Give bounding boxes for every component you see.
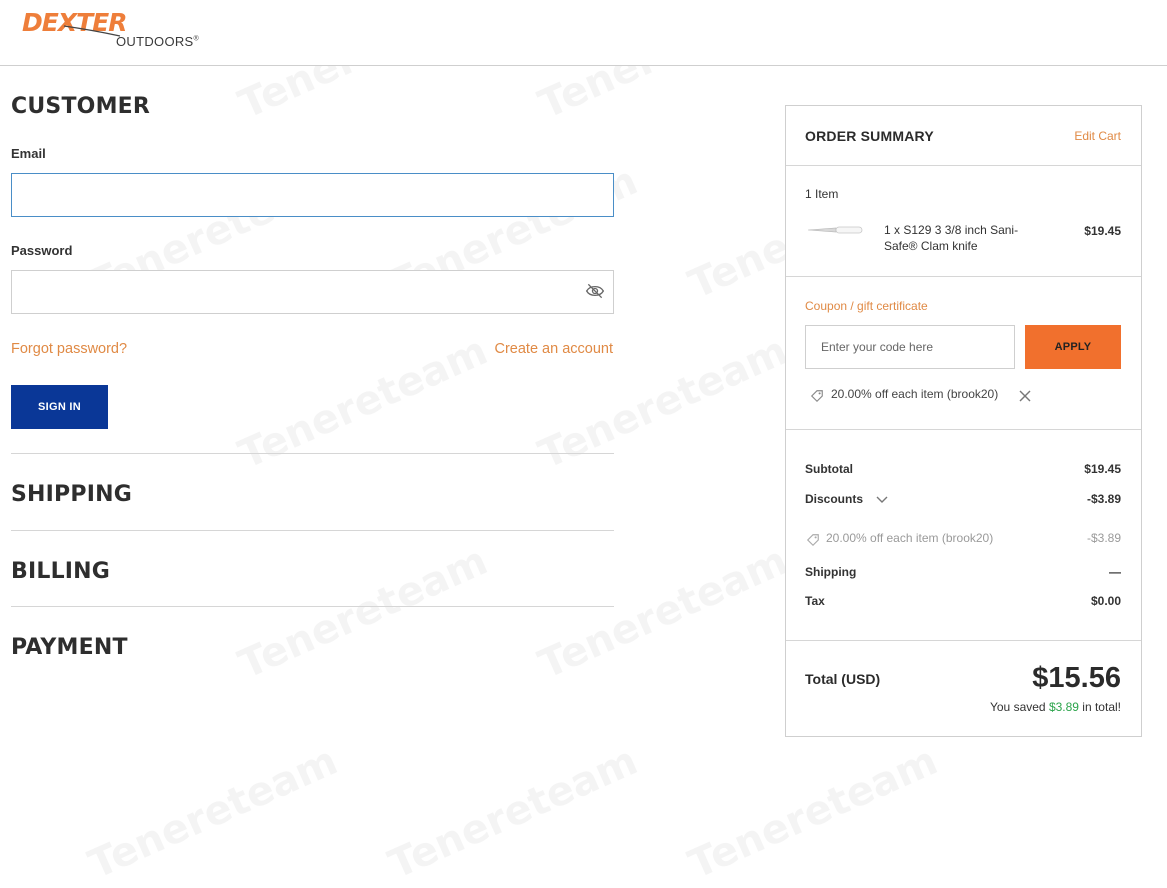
discount-detail-value: -$3.89 xyxy=(1086,531,1121,545)
brand-sub: OUTDOORS® xyxy=(116,34,199,49)
email-label: Email xyxy=(11,146,46,161)
shipping-value: — xyxy=(1109,565,1121,579)
chevron-down-icon[interactable] xyxy=(876,495,888,504)
saved-amount: $3.89 xyxy=(1048,700,1079,714)
watermark-text: Tenereteam xyxy=(82,738,344,888)
watermark-text: Tenereteam xyxy=(682,738,944,888)
summary-divider xyxy=(786,276,1141,277)
billing-heading: BILLING xyxy=(11,559,111,584)
forgot-password-link[interactable]: Forgot password? xyxy=(11,341,127,357)
watermark-text: Tenereteam xyxy=(382,738,644,888)
shipping-label: Shipping xyxy=(805,565,857,579)
tag-icon xyxy=(810,390,823,403)
subtotal-value: $19.45 xyxy=(1084,462,1121,476)
watermark-text: Tenereteam xyxy=(232,328,494,478)
summary-divider xyxy=(786,165,1141,166)
password-field[interactable] xyxy=(11,270,614,314)
item-price: $19.45 xyxy=(1084,224,1121,238)
section-divider xyxy=(11,453,614,454)
order-summary-panel: ORDER SUMMARY Edit Cart 1 Item 1 x S129 … xyxy=(785,105,1142,737)
summary-divider xyxy=(786,429,1141,430)
section-divider xyxy=(11,606,614,607)
hide-password-icon[interactable] xyxy=(585,281,605,301)
total-value: $15.56 xyxy=(1032,662,1121,694)
discount-detail-label: 20.00% off each item (brook20) xyxy=(826,531,994,545)
remove-coupon-icon[interactable] xyxy=(1018,389,1032,403)
sign-in-button[interactable]: SIGN IN xyxy=(11,385,108,429)
email-field[interactable] xyxy=(11,173,614,217)
tag-icon xyxy=(806,534,819,547)
site-header: DEXTER OUTDOORS® xyxy=(0,0,1167,66)
create-account-link[interactable]: Create an account xyxy=(495,341,614,357)
shipping-heading: SHIPPING xyxy=(11,482,132,507)
coupon-label: Coupon / gift certificate xyxy=(805,299,928,313)
summary-divider xyxy=(786,640,1141,641)
payment-heading: PAYMENT xyxy=(11,635,128,660)
knife-thumbnail xyxy=(807,226,863,234)
watermark-text: Tenereteam xyxy=(532,538,794,688)
password-label: Password xyxy=(11,243,73,258)
order-summary-title: ORDER SUMMARY xyxy=(805,128,934,144)
savings-text: You saved $3.89 in total! xyxy=(990,700,1121,714)
tax-value: $0.00 xyxy=(1090,594,1121,608)
customer-heading: CUSTOMER xyxy=(11,94,151,119)
brand-mark: ® xyxy=(193,35,199,43)
logo-swoosh-icon xyxy=(63,25,121,37)
discounts-value: -$3.89 xyxy=(1086,492,1121,506)
saved-prefix: You saved xyxy=(989,700,1049,714)
item-count: 1 Item xyxy=(805,187,839,201)
tax-label: Tax xyxy=(805,594,825,608)
total-label: Total (USD) xyxy=(805,671,881,687)
saved-suffix: in total! xyxy=(1078,700,1121,714)
section-divider xyxy=(11,530,614,531)
item-name: 1 x S129 3 3/8 inch Sani-Safe® Clam knif… xyxy=(884,223,1019,253)
applied-coupon-text: 20.00% off each item (brook20) xyxy=(831,387,999,401)
watermark-text: Tenereteam xyxy=(232,538,494,688)
discounts-label: Discounts xyxy=(805,492,864,506)
apply-coupon-button[interactable]: APPLY xyxy=(1025,325,1121,369)
coupon-input[interactable] xyxy=(805,325,1015,369)
subtotal-label: Subtotal xyxy=(805,462,853,476)
edit-cart-link[interactable]: Edit Cart xyxy=(1074,129,1121,143)
brand-logo[interactable]: DEXTER OUTDOORS® xyxy=(22,10,199,52)
brand-sub-text: OUTDOORS xyxy=(116,34,194,49)
